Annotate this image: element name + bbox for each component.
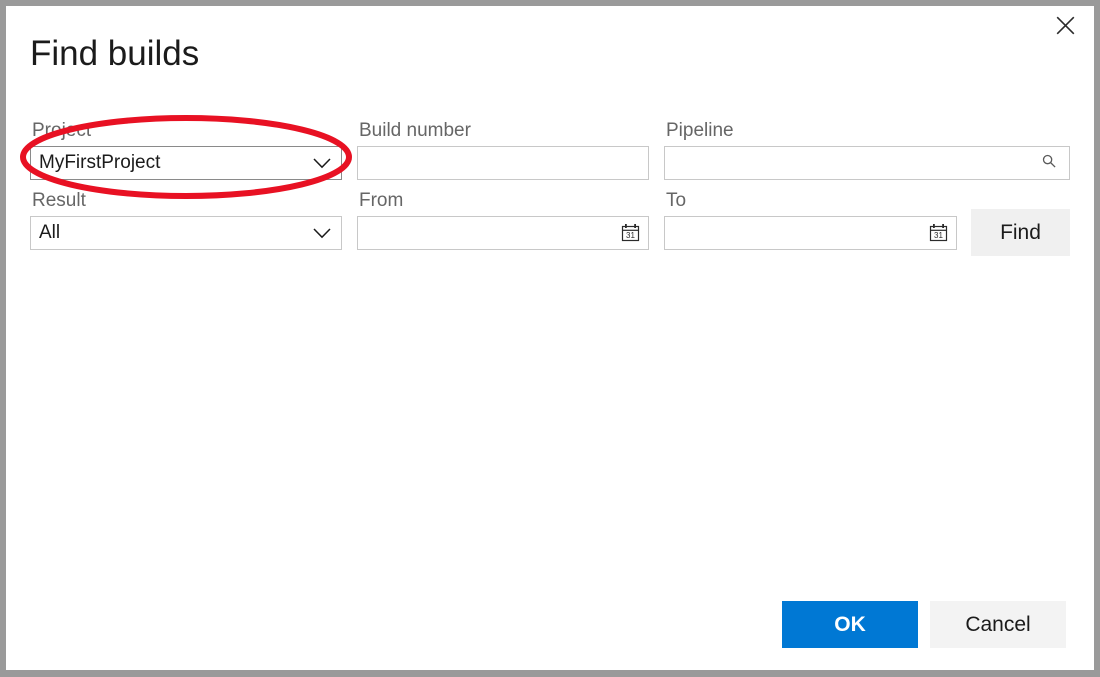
to-date-input[interactable] — [665, 217, 956, 249]
from-date-input[interactable] — [358, 217, 648, 249]
build-number-input[interactable] — [358, 147, 648, 179]
field-label-build-number: Build number — [357, 119, 649, 143]
field-label-to: To — [664, 189, 957, 213]
svg-text:31: 31 — [626, 231, 635, 240]
field-build-number: Build number — [357, 119, 649, 180]
project-select-value: MyFirstProject — [39, 152, 160, 174]
field-to: To 31 — [664, 189, 957, 250]
field-pipeline: Pipeline — [664, 119, 1070, 180]
close-icon — [1056, 16, 1075, 35]
field-from: From 31 — [357, 189, 649, 250]
search-icon[interactable] — [1041, 153, 1061, 173]
chevron-down-icon[interactable] — [312, 153, 332, 173]
svg-text:31: 31 — [934, 231, 943, 240]
result-select-value: All — [39, 222, 60, 244]
build-number-input-wrap[interactable] — [357, 146, 649, 180]
dialog-footer: OK Cancel — [6, 601, 1094, 661]
field-label-result: Result — [30, 189, 342, 213]
calendar-icon[interactable]: 31 — [621, 223, 641, 243]
field-project: Project MyFirstProject — [30, 119, 342, 180]
result-select[interactable]: All — [30, 216, 342, 250]
calendar-icon[interactable]: 31 — [929, 223, 949, 243]
project-select[interactable]: MyFirstProject — [30, 146, 342, 180]
find-button[interactable]: Find — [971, 209, 1070, 256]
find-builds-dialog: Find builds Project MyFirstProject Build… — [6, 6, 1094, 670]
field-label-project: Project — [30, 119, 342, 143]
cancel-button[interactable]: Cancel — [930, 601, 1066, 648]
pipeline-input[interactable] — [665, 147, 1069, 179]
search-filters-form: Project MyFirstProject Build number — [30, 119, 1070, 269]
close-button[interactable] — [1049, 10, 1081, 40]
to-date-input-wrap[interactable]: 31 — [664, 216, 957, 250]
screen: Find builds Project MyFirstProject Build… — [0, 0, 1100, 677]
chevron-down-icon[interactable] — [312, 223, 332, 243]
pipeline-input-wrap[interactable] — [664, 146, 1070, 180]
field-label-from: From — [357, 189, 649, 213]
from-date-input-wrap[interactable]: 31 — [357, 216, 649, 250]
field-result: Result All — [30, 189, 342, 250]
dialog-title: Find builds — [30, 33, 199, 75]
ok-button[interactable]: OK — [782, 601, 918, 648]
field-label-pipeline: Pipeline — [664, 119, 1070, 143]
